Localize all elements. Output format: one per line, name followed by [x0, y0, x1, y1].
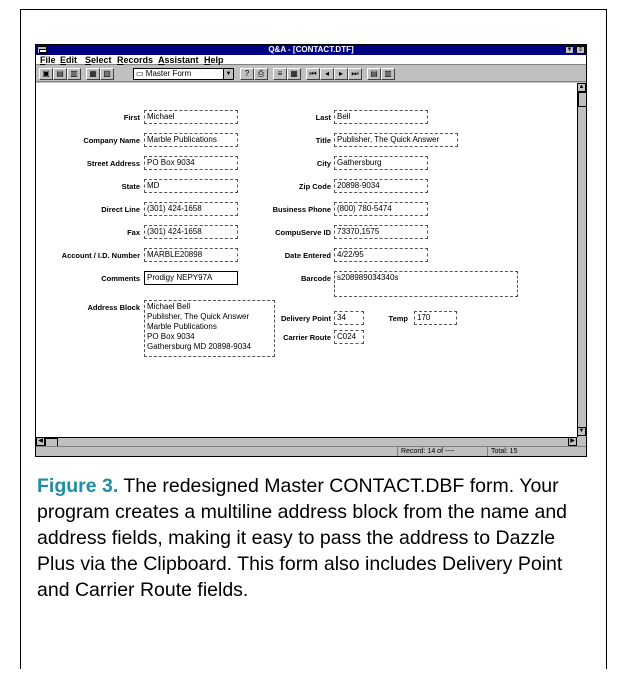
total-status: Total: 15	[487, 447, 547, 456]
copy-record-icon[interactable]: ▤	[53, 68, 67, 80]
vertical-scrollbar[interactable]: ▲ ▼	[577, 83, 587, 437]
menu-edit[interactable]: Edit	[60, 55, 77, 65]
city-label: City	[316, 159, 331, 168]
delivery-point-label: Delivery Point	[280, 314, 331, 323]
print-icon[interactable]: ⎙	[254, 68, 268, 80]
title-label: Title	[315, 136, 331, 145]
first-field[interactable]: Michael	[144, 110, 238, 124]
fax-field[interactable]: (301) 424-1658	[144, 225, 238, 239]
status-bar: Record: 14 of ---- Total: 15	[36, 446, 586, 456]
menu-assistant[interactable]: Assistant	[158, 55, 199, 65]
company-name-field[interactable]: Marble Publications	[144, 133, 238, 147]
zip-code-field[interactable]: 20898-9034	[334, 179, 428, 193]
figure-caption: Figure 3. The redesigned Master CONTACT.…	[37, 473, 597, 603]
toolbar: ▣ ▤ ▥ ▦ ▧ ▭ Master Form ▼ ? ⎙ ≡ ▦ ⏮ ◂ ▸ …	[36, 66, 586, 82]
last-record-icon[interactable]: ⏭	[348, 68, 362, 80]
form-selector[interactable]: ▭ Master Form ▼	[133, 68, 234, 80]
minimize-button[interactable]: ▼	[565, 46, 574, 54]
address-block-label: Address Block	[87, 303, 140, 312]
comments-field[interactable]: Prodigy NEPY97A	[144, 271, 238, 285]
state-label: State	[121, 182, 140, 191]
list-view-icon[interactable]: ▦	[287, 68, 301, 80]
title-field[interactable]: Publisher, The Quick Answer	[334, 133, 458, 147]
street-address-field[interactable]: PO Box 9034	[144, 156, 238, 170]
account-id-field[interactable]: MARBLE20898	[144, 248, 238, 262]
app-window: Q&A - [CONTACT.DTF] ▼ ⇕ File Edit Select…	[35, 44, 587, 457]
direct-line-label: Direct Line	[101, 205, 140, 214]
carrier-route-field[interactable]: C024	[334, 330, 364, 344]
street-address-label: Street Address	[86, 159, 140, 168]
form-view-icon[interactable]: ≡	[273, 68, 287, 80]
compuserve-id-field[interactable]: 73370,1575	[334, 225, 428, 239]
menu-bar: File Edit Select Records Assistant Help	[36, 55, 586, 65]
business-phone-field[interactable]: (800) 780-5474	[334, 202, 428, 216]
business-phone-label: Business Phone	[272, 205, 331, 214]
barcode-label: Barcode	[300, 274, 331, 283]
figure-label: Figure 3.	[37, 475, 119, 497]
temp-field[interactable]: 170	[414, 311, 457, 325]
title-bar: Q&A - [CONTACT.DTF] ▼ ⇕	[36, 45, 586, 55]
direct-line-field[interactable]: (301) 424-1658	[144, 202, 238, 216]
table-view-icon[interactable]: ▦	[86, 68, 100, 80]
zip-code-label: Zip Code	[298, 182, 331, 191]
form-icon: ▭	[136, 69, 146, 78]
scroll-down-icon[interactable]: ▼	[577, 427, 586, 436]
scroll-left-icon[interactable]: ◀	[36, 437, 45, 446]
scroll-up-icon[interactable]: ▲	[577, 83, 586, 92]
date-entered-field[interactable]: 4/22/95	[334, 248, 428, 262]
menu-select[interactable]: Select	[85, 55, 112, 65]
date-entered-label: Date Entered	[284, 251, 331, 260]
chevron-down-icon[interactable]: ▼	[223, 69, 233, 79]
next-record-icon[interactable]: ▸	[334, 68, 348, 80]
menu-help[interactable]: Help	[204, 55, 224, 65]
form-area: First Michael Last Bell Company Name Mar…	[36, 83, 577, 437]
address-block-field[interactable]: Michael Bell Publisher, The Quick Answer…	[144, 300, 275, 357]
barcode-field[interactable]: s208989034340s	[334, 271, 518, 297]
comments-label: Comments	[101, 274, 140, 283]
grid-view-icon[interactable]: ▧	[100, 68, 114, 80]
account-id-label: Account / I.D. Number	[61, 251, 140, 260]
scroll-right-icon[interactable]: ▶	[568, 437, 577, 446]
company-name-label: Company Name	[83, 136, 140, 145]
last-field[interactable]: Bell	[334, 110, 428, 124]
temp-label: Temp	[388, 314, 408, 323]
horizontal-scrollbar[interactable]: ◀ ▶	[36, 437, 577, 447]
state-field[interactable]: MD	[144, 179, 238, 193]
maximize-button[interactable]: ⇕	[576, 46, 585, 54]
prev-record-icon[interactable]: ◂	[320, 68, 334, 80]
query-icon[interactable]: ?	[240, 68, 254, 80]
attach-icon[interactable]: ▤	[367, 68, 381, 80]
menu-records[interactable]: Records	[117, 55, 153, 65]
send-icon[interactable]: ▥	[381, 68, 395, 80]
window-title: Q&A - [CONTACT.DTF]	[268, 45, 354, 54]
vertical-scroll-thumb[interactable]	[578, 92, 587, 107]
last-label: Last	[315, 113, 331, 122]
paste-record-icon[interactable]: ▥	[67, 68, 81, 80]
form-selector-value: Master Form	[145, 69, 192, 78]
menu-file[interactable]: File	[40, 55, 56, 65]
fax-label: Fax	[127, 228, 140, 237]
city-field[interactable]: Gathersburg	[334, 156, 428, 170]
record-status: Record: 14 of ----	[397, 447, 487, 456]
compuserve-id-label: CompuServe ID	[275, 228, 331, 237]
delivery-point-field[interactable]: 34	[334, 311, 364, 325]
first-record-icon[interactable]: ⏮	[306, 68, 320, 80]
new-record-icon[interactable]: ▣	[39, 68, 53, 80]
first-label: First	[123, 113, 140, 122]
carrier-route-label: Carrier Route	[283, 333, 331, 342]
